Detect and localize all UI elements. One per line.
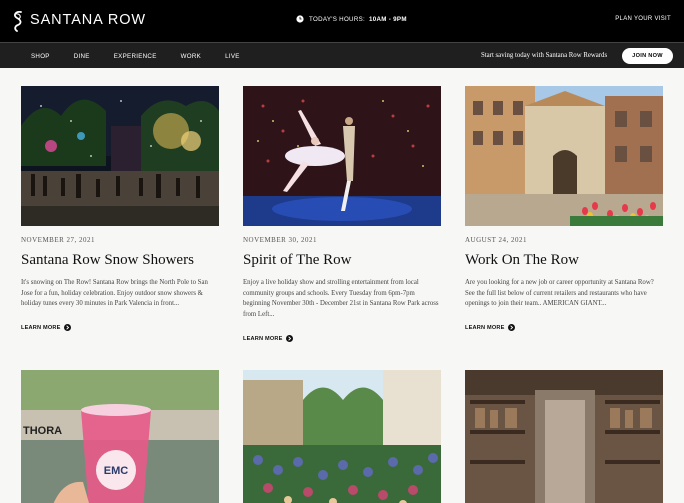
hours-value: 10AM - 9PM <box>369 15 407 23</box>
store-interior-photo <box>465 370 663 503</box>
learn-more-link[interactable]: LEARN MORE <box>21 324 71 331</box>
drink-photo: THORA EMC <box>21 370 219 503</box>
plan-your-visit-link[interactable]: PLAN YOUR VISIT <box>615 16 671 22</box>
rewards-promo-text: Start saving today with Santana Row Rewa… <box>481 52 608 59</box>
card-title[interactable]: Spirit of The Row <box>243 252 351 269</box>
event-card-image-store[interactable] <box>465 370 663 503</box>
card-title[interactable]: Work On The Row <box>465 252 579 269</box>
learn-more-label: LEARN MORE <box>465 324 505 331</box>
dancers-photo <box>243 86 441 226</box>
card-image[interactable] <box>243 86 441 226</box>
main-nav: SHOP DINE EXPERIENCE WORK LIVE Start sav… <box>0 42 684 68</box>
event-card-snow-showers: NOVEMBER 27, 2021 Santana Row Snow Showe… <box>21 86 219 346</box>
nav-item-shop[interactable]: SHOP <box>31 53 50 60</box>
crowd-photo <box>243 370 441 503</box>
event-card-work-on-the-row: AUGUST 24, 2021 Work On The Row Are you … <box>465 86 663 346</box>
event-card-spirit-of-the-row: NOVEMBER 30, 2021 Spirit of The Row Enjo… <box>243 86 441 346</box>
storefront-sign: THORA <box>23 425 62 437</box>
learn-more-label: LEARN MORE <box>243 335 283 342</box>
card-excerpt: Enjoy a live holiday show and strolling … <box>243 279 439 318</box>
snow-showers-photo <box>21 86 219 226</box>
card-image[interactable] <box>21 86 219 226</box>
join-now-button[interactable]: JOIN NOW <box>622 48 673 64</box>
nav-item-dine[interactable]: DINE <box>74 53 90 60</box>
learn-more-link[interactable]: LEARN MORE <box>465 324 515 331</box>
learn-more-link[interactable]: LEARN MORE <box>243 335 293 342</box>
clock-icon <box>296 15 304 23</box>
santana-row-logo-icon[interactable] <box>11 10 25 32</box>
event-card-image-drink[interactable]: THORA EMC <box>21 370 219 503</box>
card-date: NOVEMBER 30, 2021 <box>243 236 318 244</box>
top-header: SANTANA ROW TODAY'S HOURS: 10AM - 9PM PL… <box>0 0 684 42</box>
plaza-photo <box>465 86 663 226</box>
cup-brand-label: EMC <box>104 465 129 477</box>
card-title[interactable]: Santana Row Snow Showers <box>21 252 194 269</box>
card-date: AUGUST 24, 2021 <box>465 236 528 244</box>
card-excerpt: Are you looking for a new job or career … <box>465 279 654 308</box>
arrow-circle-icon <box>63 324 71 331</box>
nav-item-experience[interactable]: EXPERIENCE <box>114 53 157 60</box>
arrow-circle-icon <box>507 324 515 331</box>
card-date: NOVEMBER 27, 2021 <box>21 236 96 244</box>
arrow-circle-icon <box>285 335 293 342</box>
event-card-image-crowd[interactable] <box>243 370 441 503</box>
logo-text[interactable]: SANTANA ROW <box>30 12 146 28</box>
card-image[interactable] <box>465 86 663 226</box>
nav-item-live[interactable]: LIVE <box>225 53 240 60</box>
nav-item-work[interactable]: WORK <box>181 53 201 60</box>
hours-label: TODAY'S HOURS: <box>309 15 366 23</box>
card-excerpt: It's snowing on The Row! Santana Row bri… <box>21 279 208 308</box>
learn-more-label: LEARN MORE <box>21 324 61 331</box>
todays-hours: TODAY'S HOURS: 10AM - 9PM <box>296 15 407 23</box>
